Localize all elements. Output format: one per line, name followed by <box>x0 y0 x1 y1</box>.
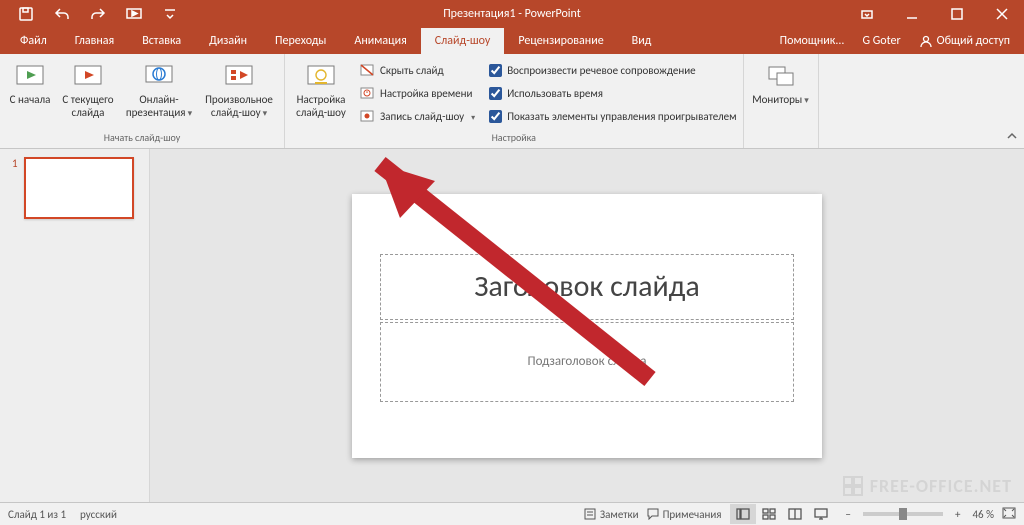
slide-area[interactable]: Заголовок слайда Подзаголовок слайда <box>352 194 822 458</box>
rehearse-timings-button[interactable]: Настройка времени <box>355 83 479 103</box>
comments-button[interactable]: Примечания <box>647 508 722 521</box>
from-current-button[interactable]: С текущего слайда <box>58 58 118 119</box>
ribbon-tabs: Файл Главная Вставка Дизайн Переходы Ани… <box>0 28 1024 54</box>
window-controls <box>844 0 1024 28</box>
tab-design[interactable]: Дизайн <box>195 28 261 54</box>
title-placeholder[interactable]: Заголовок слайда <box>380 254 794 320</box>
present-online-button[interactable]: Онлайн- презентация <box>122 58 196 119</box>
tab-insert[interactable]: Вставка <box>128 28 195 54</box>
tab-view[interactable]: Вид <box>618 28 666 54</box>
group-start-slideshow: С начала С текущего слайда Онлайн- презе… <box>0 54 285 148</box>
close-icon[interactable] <box>979 0 1024 28</box>
maximize-icon[interactable] <box>934 0 979 28</box>
custom-slideshow-button[interactable]: Произвольное слайд-шоу <box>200 58 278 119</box>
play-narrations-checkbox[interactable]: Воспроизвести речевое сопровождение <box>489 60 736 80</box>
zoom-out-icon[interactable]: − <box>842 508 855 521</box>
thumbnail-number: 1 <box>12 157 18 219</box>
zoom-level[interactable]: 46 % <box>972 508 994 521</box>
group-setup: Настройка слайд-шоу Скрыть слайд Настрой… <box>285 54 744 148</box>
user-account[interactable]: G Goter <box>854 28 908 54</box>
view-buttons <box>730 504 834 524</box>
tell-me-button[interactable]: Помощник... <box>768 28 853 54</box>
slide-counter[interactable]: Слайд 1 из 1 <box>8 508 66 521</box>
workspace: 1 Заголовок слайда Подзаголовок слайда <box>0 149 1024 502</box>
zoom-in-icon[interactable]: + <box>951 508 964 521</box>
qat-dropdown-icon[interactable] <box>152 0 188 28</box>
slide-sorter-view-icon[interactable] <box>756 504 782 524</box>
reading-view-icon[interactable] <box>782 504 808 524</box>
record-slideshow-button[interactable]: Запись слайд-шоу <box>355 106 479 126</box>
notes-button[interactable]: Заметки <box>584 508 639 521</box>
tab-slideshow[interactable]: Слайд-шоу <box>421 28 505 54</box>
collapse-ribbon-icon[interactable] <box>1000 54 1024 148</box>
ribbon: С начала С текущего слайда Онлайн- презе… <box>0 54 1024 149</box>
language-indicator[interactable]: русский <box>80 508 117 521</box>
slideshow-view-icon[interactable] <box>808 504 834 524</box>
tab-review[interactable]: Рецензирование <box>504 28 617 54</box>
slide-thumbnail-1[interactable] <box>24 157 134 219</box>
hide-slide-button[interactable]: Скрыть слайд <box>355 60 479 80</box>
title-bar: Презентация1 - PowerPoint <box>0 0 1024 28</box>
zoom-slider[interactable] <box>863 512 943 516</box>
fit-to-window-icon[interactable] <box>1002 506 1016 523</box>
setup-slideshow-button[interactable]: Настройка слайд-шоу <box>291 58 351 119</box>
minimize-icon[interactable] <box>889 0 934 28</box>
use-timings-checkbox[interactable]: Использовать время <box>489 83 736 103</box>
share-button[interactable]: Общий доступ <box>911 28 1018 54</box>
save-icon[interactable] <box>8 0 44 28</box>
normal-view-icon[interactable] <box>730 504 756 524</box>
tab-animation[interactable]: Анимация <box>340 28 420 54</box>
tab-transitions[interactable]: Переходы <box>261 28 340 54</box>
slide-canvas: Заголовок слайда Подзаголовок слайда <box>150 149 1024 502</box>
tab-file[interactable]: Файл <box>6 28 61 54</box>
show-media-controls-checkbox[interactable]: Показать элементы управления проигрывате… <box>489 106 736 126</box>
undo-icon[interactable] <box>44 0 80 28</box>
tab-home[interactable]: Главная <box>61 28 128 54</box>
group-monitors: Мониторы <box>744 54 819 148</box>
status-bar: Слайд 1 из 1 русский Заметки Примечания … <box>0 502 1024 525</box>
quick-access-toolbar <box>0 0 188 28</box>
from-beginning-button[interactable]: С начала <box>6 58 54 107</box>
start-from-beginning-icon[interactable] <box>116 0 152 28</box>
monitors-button[interactable]: Мониторы <box>750 58 812 107</box>
subtitle-placeholder[interactable]: Подзаголовок слайда <box>380 322 794 402</box>
ribbon-options-icon[interactable] <box>844 0 889 28</box>
watermark: FREE-OFFICE.NET <box>842 475 1012 497</box>
redo-icon[interactable] <box>80 0 116 28</box>
slide-thumbnails-panel: 1 <box>0 149 150 502</box>
